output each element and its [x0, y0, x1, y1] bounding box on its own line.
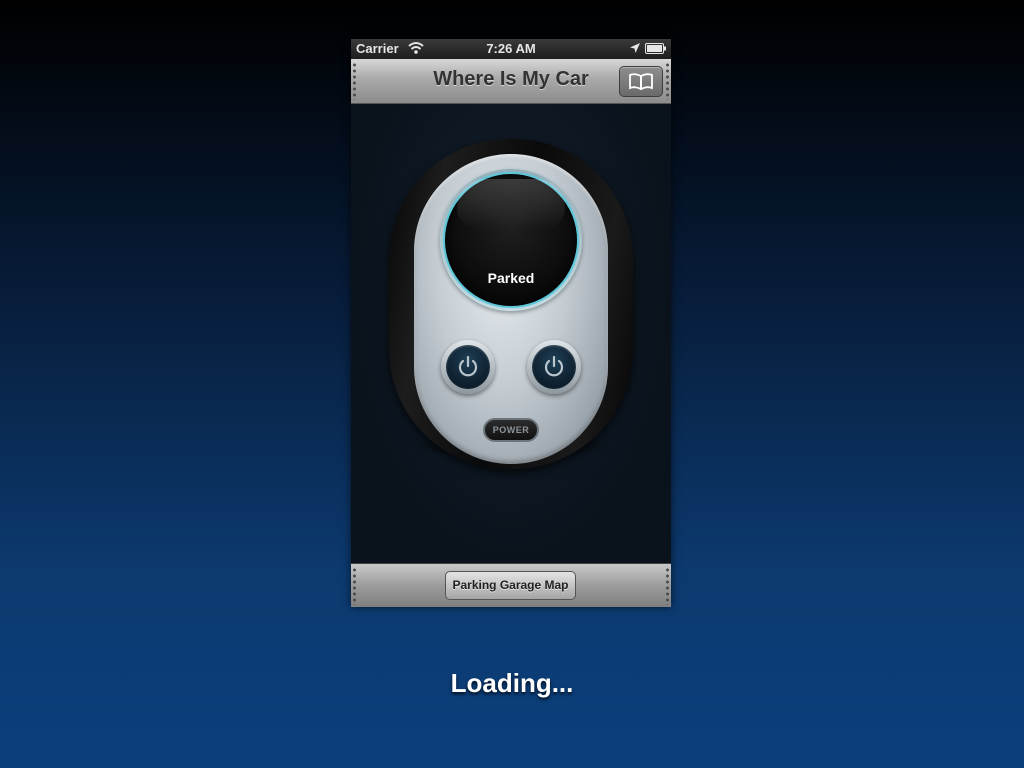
parking-status-text: Parked — [487, 270, 535, 286]
power-icon — [458, 355, 478, 377]
right-power-button[interactable] — [527, 340, 581, 394]
power-button[interactable]: POWER — [483, 418, 539, 442]
display-gloss — [457, 179, 565, 229]
power-icon — [544, 355, 564, 377]
left-power-button[interactable] — [441, 340, 495, 394]
remote-layer: Parked POWER — [351, 39, 671, 607]
loading-text: Loading... — [450, 668, 574, 698]
